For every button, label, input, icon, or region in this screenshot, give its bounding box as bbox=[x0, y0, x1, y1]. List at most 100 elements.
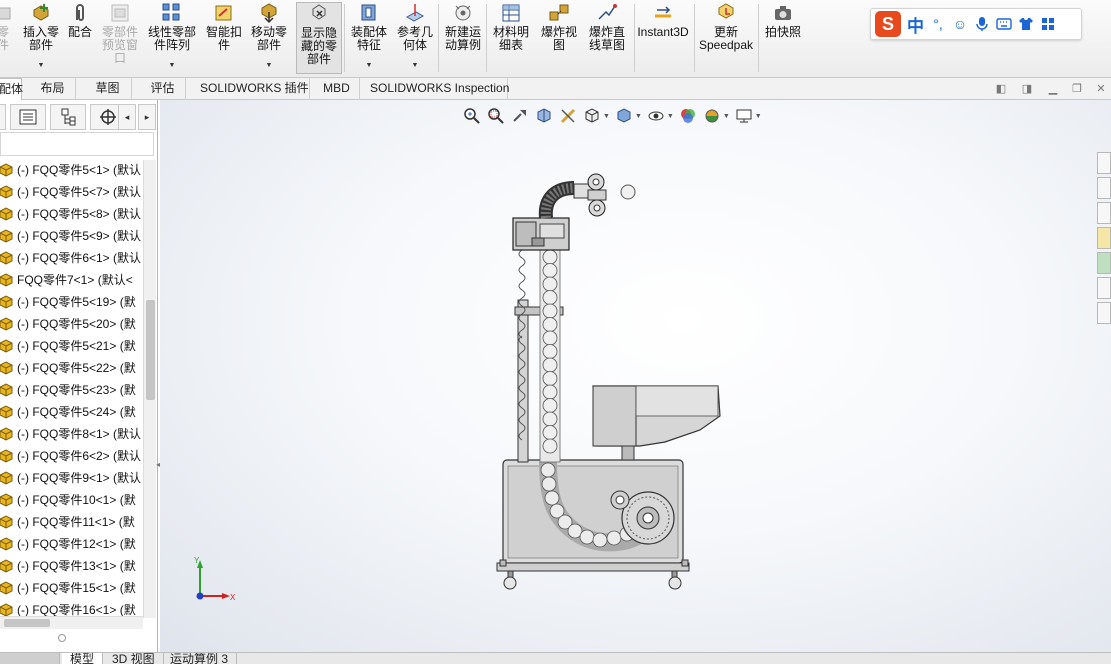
design-library-icon[interactable] bbox=[1097, 177, 1111, 199]
tree-item[interactable]: (-) FQQ零件13<1> (默 bbox=[0, 554, 143, 576]
tree-horizontal-scrollbar[interactable] bbox=[0, 616, 143, 629]
new-motion-study-button[interactable]: 新建运 动算例 bbox=[442, 2, 484, 74]
chevron-down-icon[interactable]: ▼ bbox=[366, 59, 373, 72]
part-icon bbox=[0, 426, 13, 441]
coordinate-triad: Y X bbox=[194, 556, 236, 602]
chevron-down-icon[interactable]: ▼ bbox=[38, 59, 45, 72]
tree-item[interactable]: (-) FQQ零件5<24> (默 bbox=[0, 400, 143, 422]
instant3d-button[interactable]: Instant3D bbox=[636, 2, 690, 74]
tree-item[interactable]: (-) FQQ零件5<1> (默认 bbox=[0, 158, 143, 180]
tab-model[interactable]: 模型 bbox=[62, 653, 104, 664]
bill-of-materials-button[interactable]: 材料明 细表 bbox=[490, 2, 532, 74]
tree-item[interactable]: (-) FQQ零件11<1> (默 bbox=[0, 510, 143, 532]
tshirt-skin-icon[interactable] bbox=[1018, 16, 1034, 32]
forum-icon[interactable] bbox=[1097, 302, 1111, 324]
custom-properties-icon[interactable] bbox=[1097, 277, 1111, 299]
emoji-icon[interactable]: ☺ bbox=[952, 16, 968, 32]
tab-mbd[interactable]: MBD bbox=[314, 78, 360, 100]
home-icon[interactable] bbox=[1097, 152, 1111, 174]
ribbon-separator bbox=[694, 4, 695, 72]
tab-featuremanager-partial[interactable] bbox=[0, 104, 6, 130]
tab-motion-study[interactable]: 运动算例 3 bbox=[162, 653, 238, 664]
mate-button[interactable]: 配合 bbox=[66, 2, 94, 74]
tab-scroll-controls[interactable] bbox=[0, 653, 60, 664]
tree-filter-box[interactable] bbox=[0, 132, 154, 156]
tab-propertymanager[interactable] bbox=[10, 104, 46, 130]
tree-item[interactable]: (-) FQQ零件6<2> (默认 bbox=[0, 444, 143, 466]
explode-line-sketch-button[interactable]: 爆炸直 线草图 bbox=[584, 2, 630, 74]
tree-item-label: FQQ零件7<1> (默认< bbox=[17, 272, 133, 287]
tree-item[interactable]: (-) FQQ零件10<1> (默 bbox=[0, 488, 143, 510]
linear-pattern-button[interactable]: 线性零部 件阵列 ▼ bbox=[146, 2, 198, 74]
close-icon[interactable]: ✕ bbox=[1094, 83, 1108, 95]
reference-geometry-button[interactable]: 参考几 何体 ▼ bbox=[394, 2, 436, 74]
tab-layout[interactable]: 布局 bbox=[30, 78, 76, 100]
tile-left-icon[interactable]: ◧ bbox=[994, 83, 1008, 95]
insert-component-button[interactable]: 插入零 部件 ▼ bbox=[20, 2, 62, 74]
tab-evaluate[interactable]: 评估 bbox=[140, 78, 186, 100]
smart-fasteners-icon bbox=[213, 2, 235, 24]
grid-menu-icon[interactable] bbox=[1040, 16, 1056, 32]
tree-item[interactable]: (-) FQQ零件8<1> (默认 bbox=[0, 422, 143, 444]
tab-solidworks-addins[interactable]: SOLIDWORKS 插件 bbox=[194, 78, 310, 100]
restore-icon[interactable]: ❐ bbox=[1070, 83, 1084, 95]
tree-item[interactable]: FQQ零件7<1> (默认< bbox=[0, 268, 143, 290]
graphics-area[interactable]: ▼ ▼ ▼ ▼ ▼ Y X bbox=[160, 100, 1111, 652]
take-snapshot-button[interactable]: 拍快照 bbox=[762, 2, 804, 74]
tree-item-label: (-) FQQ零件16<1> (默 bbox=[17, 602, 136, 617]
microphone-icon[interactable] bbox=[974, 16, 990, 32]
ime-mode-toggle[interactable]: 中 bbox=[907, 12, 924, 37]
tab-solidworks-inspection[interactable]: SOLIDWORKS Inspection bbox=[364, 78, 509, 100]
component-preview-button[interactable]: 零部件 预览窗 口 bbox=[100, 2, 140, 74]
ball bbox=[542, 276, 558, 292]
bom-label: 材料明 细表 bbox=[492, 25, 529, 52]
tree-item[interactable]: (-) FQQ零件9<1> (默认 bbox=[0, 466, 143, 488]
tree-item-label: (-) FQQ零件5<24> (默 bbox=[17, 404, 136, 419]
part-icon bbox=[0, 558, 13, 573]
move-component-button[interactable]: 移动零 部件 ▼ bbox=[248, 2, 290, 74]
show-hidden-components-button[interactable]: 显示隐 藏的零 部件 bbox=[296, 2, 342, 74]
solidworks-window: 零 件 插入零 部件 ▼ 配合 零部件 预览窗 口 线性零部 件阵列 ▼ 智能扣… bbox=[0, 0, 1111, 664]
tree-item[interactable]: (-) FQQ零件5<22> (默 bbox=[0, 356, 143, 378]
tab-assembly[interactable]: 配体 bbox=[0, 78, 23, 100]
update-speedpak-button[interactable]: 更新 Speedpak bbox=[698, 2, 754, 74]
cut-off-part-button[interactable]: 零 件 bbox=[0, 2, 11, 74]
tab-3d-view[interactable]: 3D 视图 bbox=[104, 653, 164, 664]
appearances-icon[interactable] bbox=[1097, 252, 1111, 274]
tree-item[interactable]: (-) FQQ零件5<21> (默 bbox=[0, 334, 143, 356]
ribbon-separator bbox=[438, 4, 439, 72]
tree-item[interactable]: (-) FQQ零件5<20> (默 bbox=[0, 312, 143, 334]
tree-item[interactable]: (-) FQQ零件5<19> (默 bbox=[0, 290, 143, 312]
panel-tabs-scroll-right[interactable]: ▸ bbox=[138, 104, 156, 130]
tree-vertical-scrollbar[interactable] bbox=[143, 160, 156, 618]
tab-configurationmanager[interactable] bbox=[50, 104, 86, 130]
scrollbar-thumb[interactable] bbox=[146, 300, 155, 400]
assembly-model[interactable] bbox=[160, 100, 1111, 652]
file-explorer-icon[interactable] bbox=[1097, 202, 1111, 224]
ime-punctuation-toggle[interactable]: °, bbox=[930, 16, 946, 32]
chevron-down-icon[interactable]: ▼ bbox=[412, 59, 419, 72]
smart-fasteners-button[interactable]: 智能扣 件 bbox=[204, 2, 244, 74]
tree-item[interactable]: (-) FQQ零件6<1> (默认 bbox=[0, 246, 143, 268]
keyboard-icon[interactable] bbox=[996, 16, 1012, 32]
minimize-icon[interactable]: ▁ bbox=[1046, 83, 1060, 95]
tree-item[interactable]: (-) FQQ零件12<1> (默 bbox=[0, 532, 143, 554]
tree-item[interactable]: (-) FQQ零件16<1> (默 bbox=[0, 598, 143, 618]
assembly-features-button[interactable]: 装配体 特征 ▼ bbox=[348, 2, 390, 74]
tile-right-icon[interactable]: ◨ bbox=[1020, 83, 1034, 95]
part-icon bbox=[0, 360, 13, 375]
tab-sketch[interactable]: 草图 bbox=[84, 78, 132, 100]
tree-item[interactable]: (-) FQQ零件15<1> (默 bbox=[0, 576, 143, 598]
tree-item[interactable]: (-) FQQ零件5<8> (默认 bbox=[0, 202, 143, 224]
sogou-logo-icon[interactable]: S bbox=[875, 11, 901, 37]
scrollbar-thumb[interactable] bbox=[4, 619, 50, 627]
view-palette-icon[interactable] bbox=[1097, 227, 1111, 249]
tree-item[interactable]: (-) FQQ零件5<7> (默认 bbox=[0, 180, 143, 202]
chevron-down-icon[interactable]: ▼ bbox=[169, 59, 176, 72]
tree-item[interactable]: (-) FQQ零件5<9> (默认 bbox=[0, 224, 143, 246]
exploded-view-button[interactable]: 爆炸视 图 bbox=[538, 2, 580, 74]
splitter-handle-icon[interactable] bbox=[58, 634, 66, 642]
panel-tabs-scroll-left[interactable]: ◂ bbox=[118, 104, 136, 130]
tree-item[interactable]: (-) FQQ零件5<23> (默 bbox=[0, 378, 143, 400]
chevron-down-icon[interactable]: ▼ bbox=[266, 59, 273, 72]
